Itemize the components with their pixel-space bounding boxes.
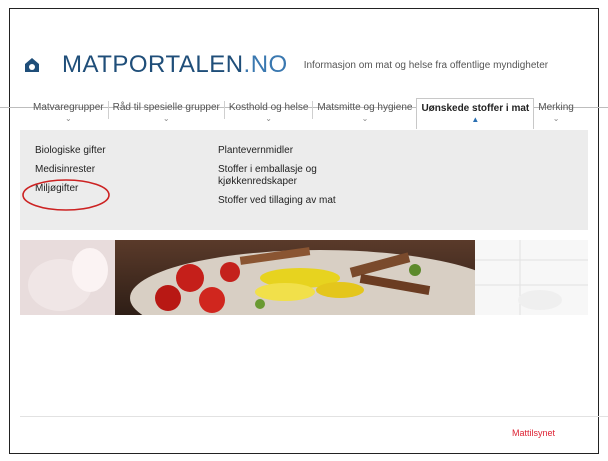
nav-item-merking[interactable]: Merking ⌄ [534, 98, 578, 128]
nav-label: Kosthold og helse [228, 102, 309, 113]
chevron-up-icon: ▲ [471, 115, 480, 124]
menu-item-stoffer-i-emballasje[interactable]: Stoffer i emballasje og kjøkkenredskaper [218, 164, 388, 188]
nav-item-uonskede-stoffer-i-mat[interactable]: Uønskede stoffer i mat ▲ [416, 98, 535, 129]
site-tagline: Informasjon om mat og helse fra offentli… [303, 59, 549, 71]
footer-divider [20, 416, 608, 417]
food-banner-image [20, 240, 588, 315]
main-nav: Matvaregrupper ⌄ Råd til spesielle grupp… [29, 98, 608, 129]
chevron-down-icon: ⌄ [361, 114, 369, 123]
menu-item-plantevernmidler[interactable]: Plantevernmidler [218, 145, 388, 157]
chevron-down-icon: ⌄ [64, 114, 72, 123]
menu-item-stoffer-ved-tillaging[interactable]: Stoffer ved tillaging av mat [218, 195, 388, 207]
menu-item-medisinrester[interactable]: Medisinrester [35, 164, 106, 176]
brand-tld: .NO [243, 51, 288, 78]
nav-label: Råd til spesielle grupper [112, 102, 220, 113]
menu-item-biologiske-gifter[interactable]: Biologiske gifter [35, 145, 106, 157]
nav-label: Uønskede stoffer i mat [421, 103, 530, 114]
nav-item-rad-til-spesielle-grupper[interactable]: Råd til spesielle grupper ⌄ [109, 98, 224, 128]
nav-label: Merking [538, 102, 574, 113]
nav-item-matvaregrupper[interactable]: Matvaregrupper ⌄ [29, 98, 108, 128]
red-circle-annotation [22, 179, 110, 211]
brand-main: MATPORTALEN [62, 51, 244, 78]
chevron-down-icon: ⌄ [162, 114, 170, 123]
dropdown-column-2: Plantevernmidler Stoffer i emballasje og… [218, 145, 388, 214]
nav-label: Matvaregrupper [33, 102, 104, 113]
nav-item-kosthold-og-helse[interactable]: Kosthold og helse ⌄ [225, 98, 313, 128]
nav-item-matsmitte-og-hygiene[interactable]: Matsmitte og hygiene ⌄ [313, 98, 416, 128]
nav-label: Matsmitte og hygiene [317, 102, 413, 113]
house-logo-icon[interactable] [24, 57, 40, 73]
mattilsynet-logo[interactable]: Mattilsynet [512, 428, 555, 438]
food-illustration [20, 240, 588, 315]
chevron-down-icon: ⌄ [552, 114, 560, 123]
chevron-down-icon: ⌄ [265, 114, 272, 123]
site-header: MATPORTALEN.NO Informasjon om mat og hel… [24, 48, 548, 82]
site-logo[interactable]: MATPORTALEN.NO [62, 51, 288, 79]
nav-dropdown-panel: Biologiske gifter Medisinrester Miljøgif… [20, 130, 588, 230]
